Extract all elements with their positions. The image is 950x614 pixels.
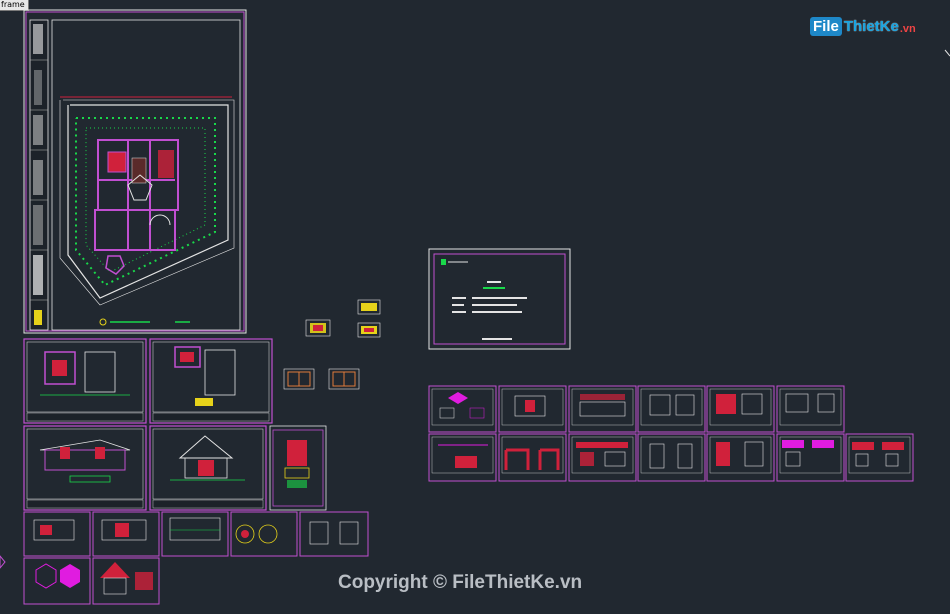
sheet-grid-r1c5[interactable] [706,385,775,433]
sheet-grid-r1c4[interactable] [637,385,706,433]
logo-text: ThietKe [843,17,899,35]
block-small-3[interactable] [357,322,381,338]
sheet-site-plan[interactable] [23,9,247,334]
sheet-detail-a4[interactable] [230,511,298,557]
logo-icon: File [810,16,842,36]
sheet-grid-r2c2[interactable] [498,433,567,482]
sheet-grid-r1c2[interactable] [498,385,567,433]
sheet-elevation-1[interactable] [23,425,147,511]
sheet-detail-a5[interactable] [299,511,369,557]
block-door-1[interactable] [283,368,315,390]
sheet-grid-r2c4[interactable] [637,433,706,482]
left-marker-icon [0,555,6,569]
sheet-detail-b1[interactable] [23,557,91,605]
block-small-2[interactable] [357,299,381,315]
sheet-detail-a3[interactable] [161,511,229,557]
sheet-detail-a2[interactable] [92,511,160,557]
copyright-watermark: Copyright © FileThietKe.vn [338,572,583,593]
block-door-2[interactable] [328,368,360,390]
cad-drawing-canvas[interactable] [0,0,950,614]
sheet-grid-r2c1[interactable] [428,433,497,482]
sheet-grid-r1c6[interactable] [776,385,845,433]
sheet-floor-plan-1[interactable] [23,338,147,424]
sheet-grid-r2c3[interactable] [568,433,637,482]
sheet-altar-detail[interactable] [269,425,327,511]
block-small-1[interactable] [305,319,331,337]
sheet-detail-a1[interactable] [23,511,91,557]
sheet-floor-plan-2[interactable] [149,338,273,424]
sheet-section-1[interactable] [149,425,267,511]
sheet-grid-r2c7[interactable] [845,433,914,482]
sheet-grid-r1c1[interactable] [428,385,497,433]
logo-suffix: .vn [899,23,916,35]
sheet-grid-r1c3[interactable] [568,385,637,433]
sheet-grid-r2c5[interactable] [706,433,775,482]
brand-logo: File ThietKe .vn [810,14,916,38]
sheet-grid-r2c6[interactable] [776,433,845,482]
sheet-detail-b2[interactable] [92,557,160,605]
sheet-cover[interactable] [428,248,571,350]
